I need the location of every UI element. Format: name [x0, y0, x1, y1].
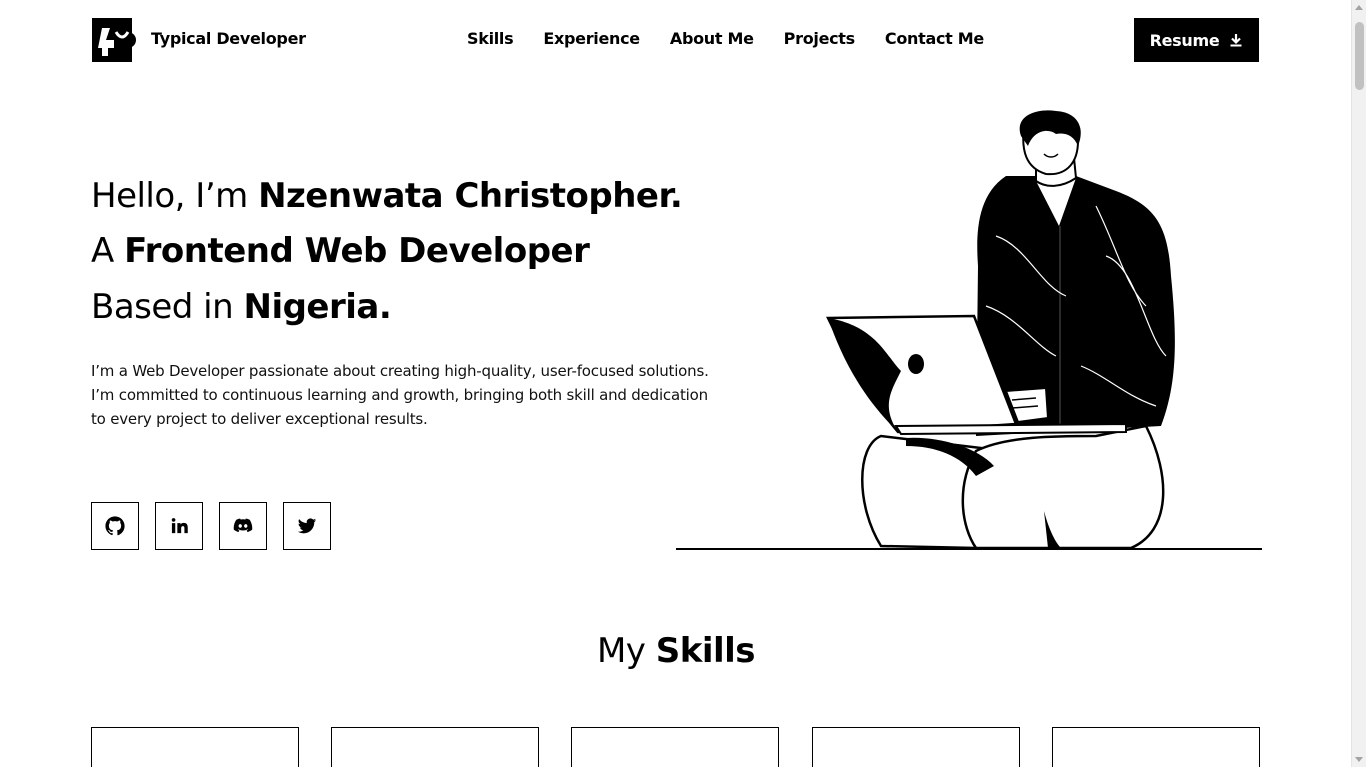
skill-card[interactable]: [571, 727, 779, 767]
scrollbar-thumb[interactable]: [1355, 22, 1364, 90]
linkedin-icon: [171, 518, 188, 534]
scroll-up-arrow-icon[interactable]: [1355, 5, 1363, 10]
resume-button-label: Resume: [1149, 30, 1220, 50]
twitter-link[interactable]: [283, 502, 331, 550]
hero-intro: I’m a Web Developer passionate about cre…: [91, 362, 709, 428]
skills-heading: My Skills: [596, 631, 756, 671]
nav-skills[interactable]: Skills: [467, 29, 514, 48]
github-icon: [105, 516, 125, 536]
linkedin-link[interactable]: [155, 502, 203, 550]
skill-card[interactable]: [1052, 727, 1260, 767]
skill-card[interactable]: [812, 727, 1020, 767]
main-nav: Skills Experience About Me Projects Cont…: [467, 29, 1014, 48]
discord-icon: [233, 518, 253, 533]
scroll-down-arrow-icon[interactable]: [1355, 757, 1363, 762]
hero-line-greeting: Hello, I’m Nzenwata Christopher.: [91, 176, 683, 216]
hero-line-location: Based in Nigeria.: [91, 287, 392, 327]
nav-contact-me[interactable]: Contact Me: [885, 29, 984, 48]
resume-button[interactable]: Resume: [1134, 18, 1259, 62]
logo-icon[interactable]: [92, 18, 136, 62]
github-link[interactable]: [91, 502, 139, 550]
skill-card[interactable]: [331, 727, 539, 767]
download-icon: [1230, 34, 1242, 47]
hero-illustration: [676, 110, 1262, 550]
skill-card[interactable]: [91, 727, 299, 767]
social-links: [91, 502, 331, 550]
nav-projects[interactable]: Projects: [784, 29, 856, 48]
discord-link[interactable]: [219, 502, 267, 550]
page-scrollbar[interactable]: [1351, 0, 1366, 767]
nav-experience[interactable]: Experience: [543, 29, 640, 48]
brand-name[interactable]: Typical Developer: [151, 29, 306, 48]
nav-about-me[interactable]: About Me: [670, 29, 754, 48]
twitter-icon: [297, 518, 317, 534]
hero-line-role: A Frontend Web Developer: [91, 231, 590, 271]
